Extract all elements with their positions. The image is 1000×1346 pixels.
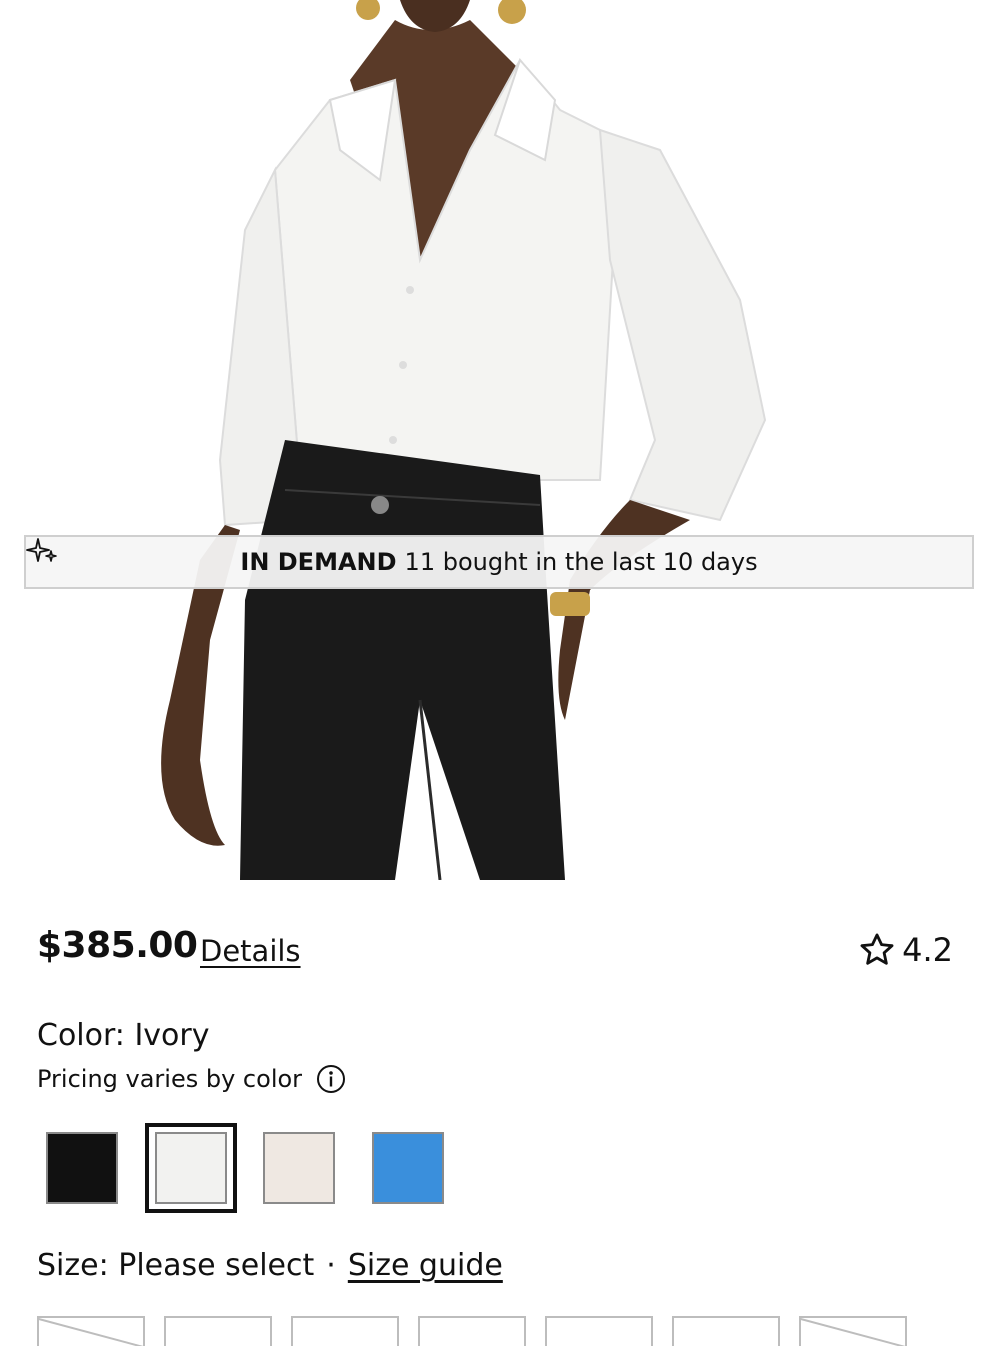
size-row: Size: Please select · Size guide <box>37 1248 503 1283</box>
pricing-note: Pricing varies by color <box>37 1064 346 1094</box>
size-separator: · <box>326 1248 336 1283</box>
product-photo <box>161 0 767 880</box>
sparkle-icon <box>26 538 57 562</box>
color-swatches <box>37 1123 637 1215</box>
size-option[interactable] <box>37 1316 145 1346</box>
product-price: $385.00 <box>37 925 198 966</box>
price-row: $385.00 Details 4.2 <box>37 925 957 981</box>
color-label: Color: Ivory <box>37 1018 210 1053</box>
swatch-ivory-selected-frame[interactable] <box>145 1123 237 1213</box>
swatch-blue[interactable] <box>372 1132 444 1204</box>
size-label: Size: Please select <box>37 1248 315 1283</box>
rating[interactable]: 4.2 <box>858 931 953 969</box>
in-demand-banner: IN DEMAND 11 bought in the last 10 days <box>24 535 974 589</box>
size-option[interactable] <box>545 1316 653 1346</box>
size-option[interactable] <box>672 1316 780 1346</box>
in-demand-label: IN DEMAND <box>240 548 397 576</box>
star-outline-icon <box>860 933 894 965</box>
details-link[interactable]: Details <box>200 934 301 968</box>
rating-value: 4.2 <box>902 931 953 969</box>
size-option[interactable] <box>291 1316 399 1346</box>
in-demand-text: 11 bought in the last 10 days <box>404 548 758 576</box>
info-icon[interactable] <box>316 1064 346 1094</box>
product-image[interactable]: IN DEMAND 11 bought in the last 10 days <box>0 0 1000 880</box>
size-option[interactable] <box>418 1316 526 1346</box>
pricing-note-text: Pricing varies by color <box>37 1065 303 1093</box>
swatch-cream[interactable] <box>263 1132 335 1204</box>
size-guide-link[interactable]: Size guide <box>348 1248 503 1283</box>
size-option[interactable] <box>799 1316 907 1346</box>
size-option[interactable] <box>164 1316 272 1346</box>
swatch-ivory[interactable] <box>155 1132 227 1204</box>
swatch-black[interactable] <box>46 1132 118 1204</box>
